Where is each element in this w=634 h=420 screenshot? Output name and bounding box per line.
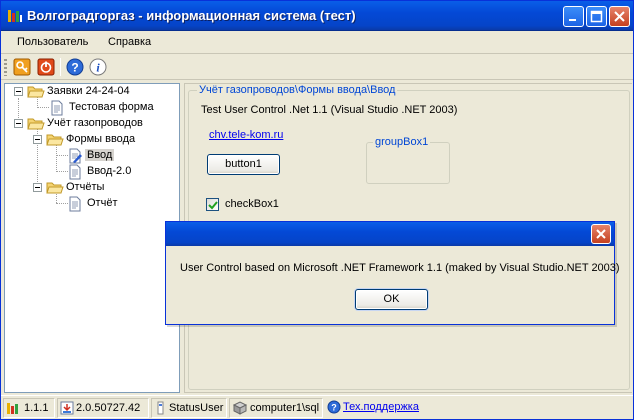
exit-button[interactable] xyxy=(37,58,55,76)
login-button[interactable] xyxy=(13,58,31,76)
folder-open-icon xyxy=(46,134,64,146)
status-bar: 1.1.1 2.0.50727.42 StatusUser computer1\… xyxy=(1,395,633,419)
help-button[interactable]: ? xyxy=(66,58,84,76)
svg-text:?: ? xyxy=(331,403,337,413)
groupbox1-legend: groupBox1 xyxy=(373,136,431,148)
document-icon xyxy=(69,164,81,180)
document-edit-icon xyxy=(69,148,82,164)
minimize-button[interactable] xyxy=(563,6,584,27)
site-link[interactable]: chv.tele-kom.ru xyxy=(209,129,283,141)
status-framework: 2.0.50727.42 xyxy=(57,398,149,418)
dialog-title-bar[interactable] xyxy=(166,222,614,246)
tree-node-test-form[interactable]: Тестовая форма xyxy=(49,100,179,116)
expand-toggle[interactable] xyxy=(33,135,42,144)
expand-toggle[interactable] xyxy=(14,119,23,128)
help-icon: ? xyxy=(66,58,84,76)
maximize-button[interactable] xyxy=(586,6,607,27)
document-icon xyxy=(69,196,81,212)
dialog-close-button[interactable] xyxy=(591,224,611,244)
folder-open-icon xyxy=(27,86,45,98)
toolbar: ? i xyxy=(1,55,633,80)
tree-node-input-forms[interactable]: Формы ввода xyxy=(46,132,176,148)
support-link[interactable]: Тех.поддержка xyxy=(343,401,419,413)
status-support: ? Тех.поддержка xyxy=(325,398,631,418)
about-button[interactable]: i xyxy=(89,58,107,76)
installer-icon xyxy=(60,401,74,415)
power-icon xyxy=(37,58,55,76)
info-icon: i xyxy=(89,58,107,76)
menu-help[interactable]: Справка xyxy=(108,36,151,48)
breadcrumb: Учёт газопроводов\Формы ввода\Ввод xyxy=(197,84,398,96)
close-icon xyxy=(596,229,606,239)
status-version: 1.1.1 xyxy=(3,398,55,418)
app-icon xyxy=(7,8,23,24)
status-server: computer1\sql xyxy=(229,398,323,418)
tree-node-reports[interactable]: Отчёты xyxy=(46,180,176,196)
maximize-icon xyxy=(590,10,603,23)
folder-open-icon xyxy=(27,118,45,130)
close-button[interactable] xyxy=(609,6,630,27)
expand-toggle[interactable] xyxy=(33,183,42,192)
user-icon xyxy=(157,401,164,415)
checkmark-icon xyxy=(208,201,218,210)
status-user: StatusUser xyxy=(151,398,227,418)
minimize-icon xyxy=(569,19,576,21)
key-icon xyxy=(13,58,31,76)
tree-node-report[interactable]: Отчёт xyxy=(67,196,177,212)
menu-user[interactable]: Пользователь xyxy=(17,36,88,48)
main-window: Волгоградгоргаз - информационная система… xyxy=(0,0,634,420)
folder-open-icon xyxy=(46,182,64,194)
checkbox1[interactable] xyxy=(206,198,219,211)
button1[interactable]: button1 xyxy=(207,154,280,175)
document-icon xyxy=(51,100,63,116)
window-title: Волгоградгоргаз - информационная система… xyxy=(27,8,356,23)
groupbox1: groupBox1 xyxy=(366,136,450,184)
close-icon xyxy=(614,11,625,22)
menu-bar: Пользователь Справка xyxy=(1,32,633,54)
dialog-message: User Control based on Microsoft .NET Fra… xyxy=(180,262,620,274)
toolbar-grip[interactable] xyxy=(4,59,7,76)
toolbar-separator xyxy=(60,58,61,76)
navigation-tree[interactable]: Заявки 24-24-04 Тестовая форма Учёт газо… xyxy=(4,83,180,393)
tree-node-pipelines[interactable]: Учёт газопроводов xyxy=(27,116,177,132)
server-icon xyxy=(232,401,248,415)
message-dialog: User Control based on Microsoft .NET Fra… xyxy=(165,221,620,325)
tree-node-input-2[interactable]: Ввод-2.0 xyxy=(67,164,177,180)
app-icon xyxy=(7,403,18,414)
title-bar[interactable]: Волгоградгоргаз - информационная система… xyxy=(1,1,633,31)
expand-toggle[interactable] xyxy=(14,87,23,96)
control-header: Test User Control .Net 1.1 (Visual Studi… xyxy=(201,104,458,116)
svg-text:?: ? xyxy=(71,61,78,75)
checkbox1-label[interactable]: checkBox1 xyxy=(225,198,279,210)
help-icon: ? xyxy=(327,400,341,414)
tree-node-input[interactable]: Ввод xyxy=(67,148,177,164)
ok-button[interactable]: OK xyxy=(355,289,428,310)
tree-node-requests[interactable]: Заявки 24-24-04 xyxy=(27,84,177,100)
